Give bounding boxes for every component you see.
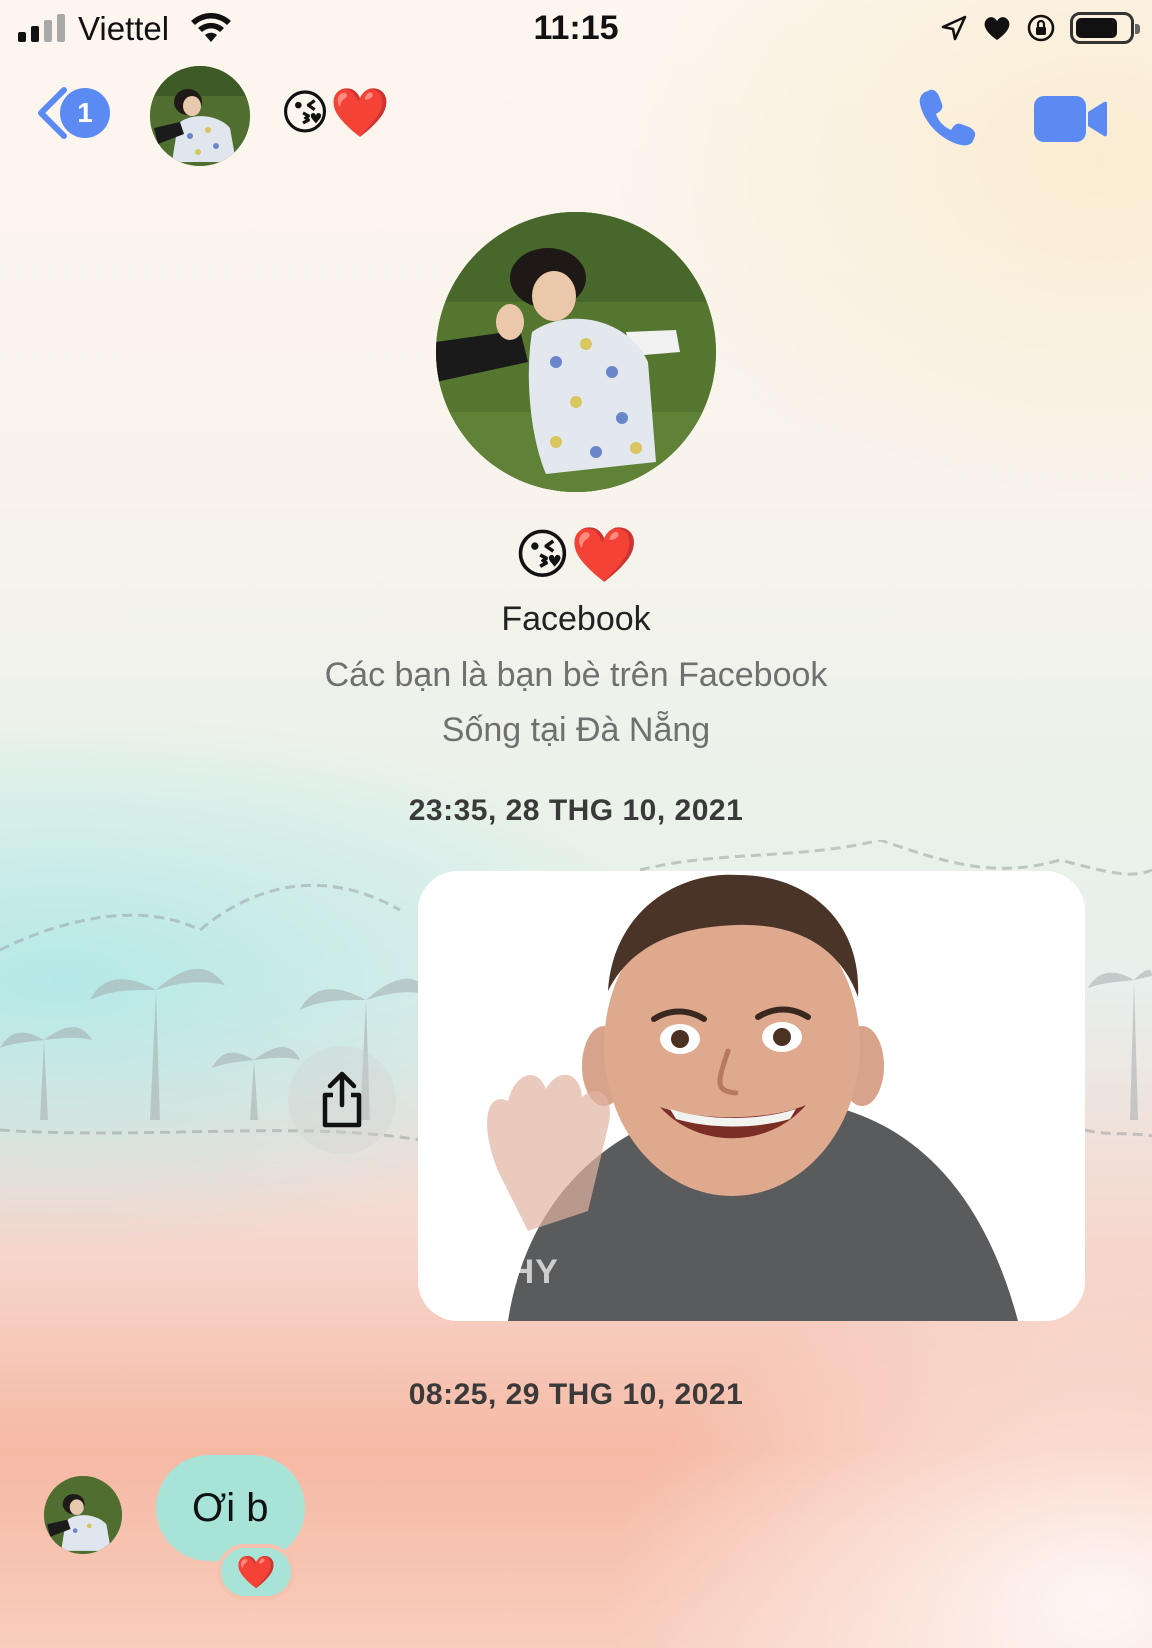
incoming-message-bubble[interactable]: Ơi b <box>156 1455 305 1561</box>
location-arrow-icon <box>941 15 967 41</box>
profile-platform: Facebook <box>501 600 651 638</box>
profile-location-text: Sống tại Đà Nẵng <box>441 711 711 749</box>
profile-emoji-name: 😘❤️ <box>514 525 638 585</box>
profile-photo[interactable] <box>436 212 716 492</box>
share-icon <box>322 1071 362 1128</box>
message-timestamp: 23:35, 28 THG 10, 2021 <box>408 794 744 827</box>
rotation-lock-icon <box>1027 14 1055 42</box>
sender-avatar-photo <box>44 1476 122 1554</box>
profile-friends-text: Các bạn là bạn bè trên Facebook <box>324 656 828 694</box>
reaction-heart-icon: ❤️ <box>236 1554 276 1590</box>
message-timestamp: 08:25, 29 THG 10, 2021 <box>408 1378 744 1411</box>
battery-level <box>1076 18 1117 38</box>
battery-icon <box>1070 12 1140 44</box>
unread-count-badge: 1 <box>60 88 110 138</box>
contact-avatar[interactable] <box>150 66 250 166</box>
profile-photo-image <box>436 212 716 492</box>
back-button[interactable]: 1 <box>34 86 110 140</box>
message-reaction[interactable]: ❤️ <box>217 1544 295 1600</box>
status-bar: Viettel 11:15 <box>0 0 1152 60</box>
phone-icon[interactable] <box>916 86 978 148</box>
conversation-title[interactable]: 😘❤️ <box>280 86 390 142</box>
giphy-watermark: GIPHY <box>448 1253 559 1291</box>
heart-icon <box>984 17 1010 40</box>
conversation-header: 1 😘❤️ <box>0 60 1152 170</box>
video-camera-icon[interactable] <box>1032 94 1108 144</box>
share-button[interactable] <box>288 1046 396 1154</box>
sender-avatar[interactable] <box>44 1476 122 1554</box>
avatar-photo <box>150 66 250 166</box>
gif-message[interactable]: GIPHY <box>418 871 1085 1321</box>
